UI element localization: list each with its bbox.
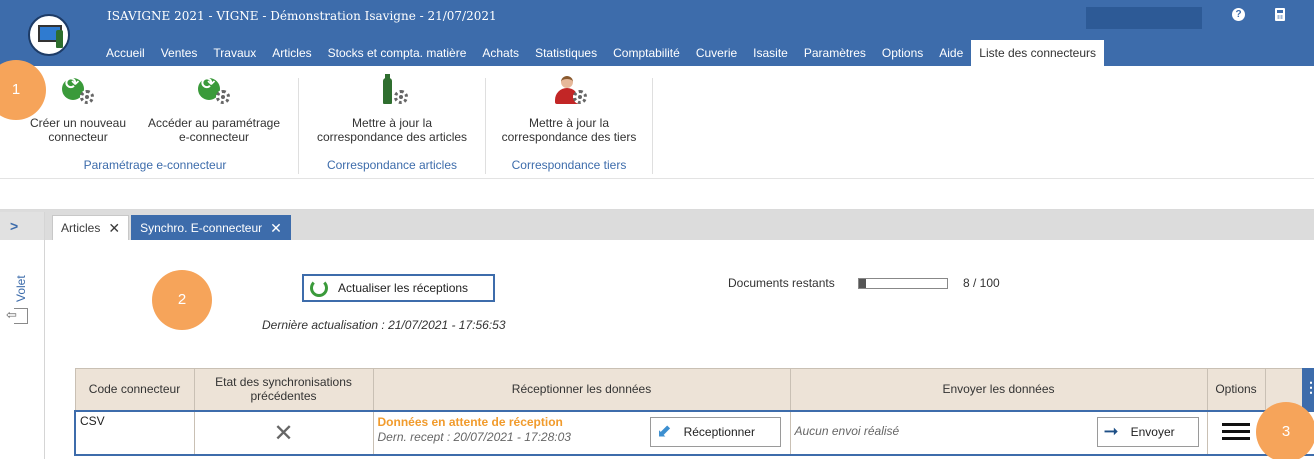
create-connector-label-1: Créer un nouveau [29, 116, 127, 130]
update-articles-label-2: correspondance des articles [316, 130, 468, 144]
menu-item-statistiques[interactable]: Statistiques [527, 40, 605, 66]
receive-button[interactable]: ⬋ Réceptionner [649, 416, 781, 447]
refresh-receptions-button[interactable]: Actualiser les réceptions [302, 274, 495, 302]
documents-count: 8 / 100 [963, 276, 1000, 290]
table-row[interactable]: CSV ✕ Données en attente de réception De… [74, 409, 1314, 456]
ribbon-separator [298, 78, 299, 174]
arrow-right-icon: ➞ [1103, 421, 1119, 442]
help-icon[interactable]: ? [1232, 8, 1245, 21]
arrow-down-left-icon: ⬋ [656, 421, 672, 442]
title-bar: ISAVIGNE 2021 - VIGNE - Démonstration Is… [0, 0, 1314, 66]
tab-label: Articles [61, 221, 101, 235]
app-logo-icon[interactable] [28, 14, 70, 56]
column-chooser-handle[interactable] [1302, 368, 1314, 410]
refresh-receptions-label: Actualiser les réceptions [338, 281, 469, 295]
person-gear-icon [551, 76, 587, 108]
update-articles-label-1: Mettre à jour la [351, 116, 433, 130]
ribbon-group-articles: Mettre à jour la correspondance des arti… [300, 74, 484, 176]
side-panel: > Volet [0, 212, 45, 459]
window-title: ISAVIGNE 2021 - VIGNE - Démonstration Is… [107, 9, 497, 23]
menu-item-isasite[interactable]: Isasite [745, 40, 796, 66]
update-articles-mapping-button[interactable]: Mettre à jour la correspondance des arti… [300, 74, 484, 144]
ribbon-group-parametrage: Créer un nouveau connecteur Accéder au p… [14, 74, 296, 176]
ribbon: Créer un nouveau connecteur Accéder au p… [0, 66, 1314, 179]
header-receptionner[interactable]: Réceptionner les données [372, 368, 791, 411]
open-settings-label-2: e-connecteur [178, 130, 250, 144]
documents-progress-bar [858, 278, 948, 289]
refresh-gear-icon [196, 76, 232, 108]
ribbon-separator [652, 78, 653, 174]
calculator-icon[interactable] [1275, 8, 1285, 21]
menu-item-aide[interactable]: Aide [931, 40, 971, 66]
header-options[interactable]: Options [1206, 368, 1266, 411]
menu-item-articles[interactable]: Articles [264, 40, 319, 66]
menu-item-ventes[interactable]: Ventes [153, 40, 206, 66]
tab-synchro-econnecteur[interactable]: Synchro. E-connecteur ✕ [131, 215, 291, 240]
update-tiers-label-1: Mettre à jour la [528, 116, 610, 130]
annotation-badge-2: 2 [152, 270, 212, 330]
send-button[interactable]: ➞ Envoyer [1096, 416, 1199, 447]
open-connector-settings-button[interactable]: Accéder au paramétrage e-connecteur [138, 74, 290, 144]
menu-item-options[interactable]: Options [874, 40, 931, 66]
ribbon-separator [485, 78, 486, 174]
menu-item-comptabilite[interactable]: Comptabilité [605, 40, 688, 66]
annotation-badge-3: 3 [1256, 402, 1314, 459]
send-button-label: Envoyer [1130, 424, 1175, 439]
update-tiers-mapping-button[interactable]: Mettre à jour la correspondance des tier… [488, 74, 650, 144]
wine-bottle-icon [56, 30, 63, 48]
table-header-row: Code connecteur Etat des synchronisation… [74, 368, 1314, 411]
menu-item-liste-connecteurs[interactable]: Liste des connecteurs [971, 40, 1105, 66]
receive-status: Données en attente de réception [377, 414, 563, 429]
exit-icon[interactable] [6, 308, 28, 324]
menu-item-achats[interactable]: Achats [474, 40, 527, 66]
cell-send: Aucun envoi réalisé ➞ Envoyer [789, 409, 1208, 456]
receive-button-label: Réceptionner [683, 424, 755, 439]
tab-articles[interactable]: Articles ✕ [52, 215, 130, 240]
ribbon-group-tiers: Mettre à jour la correspondance des tier… [488, 74, 650, 176]
send-status: Aucun envoi réalisé [794, 423, 900, 438]
tab-label: Synchro. E-connecteur [140, 221, 263, 235]
last-update-text: Dernière actualisation : 21/07/2021 - 17… [262, 318, 506, 332]
documents-remaining-label: Documents restants [728, 276, 835, 290]
menu-item-accueil[interactable]: Accueil [98, 40, 153, 66]
expand-panel-button[interactable]: > [0, 212, 44, 240]
menu-item-parametres[interactable]: Paramètres [796, 40, 874, 66]
cell-sync-state: ✕ [193, 409, 374, 456]
header-code-connecteur[interactable]: Code connecteur [74, 368, 195, 411]
cell-receive: Données en attente de réception Dern. re… [372, 409, 791, 456]
header-etat-synchro[interactable]: Etat des synchronisations précédentes [193, 368, 374, 411]
menu-item-cuverie[interactable]: Cuverie [688, 40, 745, 66]
ribbon-group-label: Paramétrage e-connecteur [83, 158, 227, 172]
volet-toggle[interactable]: Volet [14, 262, 30, 302]
close-icon[interactable]: ✕ [108, 216, 120, 240]
refresh-gear-icon [60, 76, 96, 108]
create-connector-label-2: connecteur [48, 130, 108, 144]
menu-item-stocks[interactable]: Stocks et compta. matière [320, 40, 475, 66]
open-settings-label-1: Accéder au paramétrage [147, 116, 281, 130]
documents-progress-fill [859, 279, 867, 288]
cell-code-connecteur[interactable]: CSV [74, 409, 195, 456]
main-menu: Accueil Ventes Travaux Articles Stocks e… [98, 40, 1105, 66]
refresh-icon [310, 279, 328, 297]
header-envoyer[interactable]: Envoyer les données [789, 368, 1208, 411]
header-etat-line-1: Etat des synchronisations [215, 375, 352, 390]
failed-x-icon: ✕ [273, 418, 294, 447]
connectors-table: Code connecteur Etat des synchronisation… [74, 368, 1314, 456]
document-tabs: Articles ✕ Synchro. E-connecteur ✕ [52, 215, 293, 240]
title-search-box[interactable] [1086, 7, 1202, 29]
hamburger-menu-icon[interactable] [1222, 422, 1250, 440]
menu-item-travaux[interactable]: Travaux [205, 40, 264, 66]
close-icon[interactable]: ✕ [270, 216, 282, 240]
bottle-gear-icon [374, 74, 410, 108]
ribbon-group-label: Correspondance articles [326, 158, 458, 172]
receive-last-date: Dern. recept : 20/07/2021 - 17:28:03 [377, 429, 571, 444]
ribbon-group-label: Correspondance tiers [511, 158, 627, 172]
volet-label: Volet [14, 275, 28, 302]
header-etat-line-2: précédentes [250, 389, 317, 404]
update-tiers-label-2: correspondance des tiers [501, 130, 637, 144]
ribbon-footer-strip [0, 180, 1314, 210]
